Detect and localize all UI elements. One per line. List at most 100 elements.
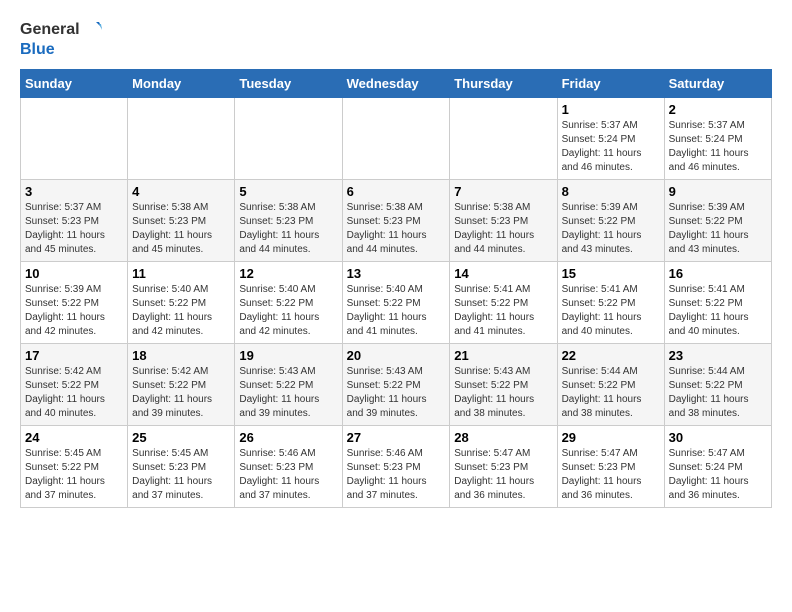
calendar-week-4: 24 Sunrise: 5:45 AM Sunset: 5:22 PM Dayli…	[21, 426, 772, 508]
calendar-cell: 4 Sunrise: 5:38 AM Sunset: 5:23 PM Daylig…	[128, 180, 235, 262]
calendar-week-1: 3Sunrise: 5:37 AM Sunset: 5:23 PM Daylig…	[21, 180, 772, 262]
day-info: Sunrise: 5:43 AM Sunset: 5:22 PM Dayligh…	[347, 365, 446, 421]
calendar-cell: 6 Sunrise: 5:38 AM Sunset: 5:23 PM Daylig…	[342, 180, 450, 262]
calendar-cell: 28 Sunrise: 5:47 AM Sunset: 5:23 PM Dayli…	[450, 426, 557, 508]
day-number: 17	[25, 348, 123, 363]
day-info: Sunrise: 5:44 AM Sunset: 5:22 PM Dayligh…	[669, 365, 767, 421]
day-info: Sunrise: 5:39 AM Sunset: 5:22 PM Dayligh…	[562, 201, 660, 257]
calendar-cell: 14Sunrise: 5:41 AM Sunset: 5:22 PM Dayli…	[450, 262, 557, 344]
day-number: 16	[669, 266, 767, 281]
day-number: 27	[347, 430, 446, 445]
header-row: SundayMondayTuesdayWednesdayThursdayFrid…	[21, 70, 772, 98]
calendar-cell: 2Sunrise: 5:37 AM Sunset: 5:24 PM Daylig…	[664, 98, 771, 180]
calendar-cell: 23 Sunrise: 5:44 AM Sunset: 5:22 PM Dayli…	[664, 344, 771, 426]
day-info: Sunrise: 5:38 AM Sunset: 5:23 PM Dayligh…	[132, 201, 230, 257]
calendar-cell: 9Sunrise: 5:39 AM Sunset: 5:22 PM Daylig…	[664, 180, 771, 262]
calendar-cell	[235, 98, 342, 180]
day-number: 21	[454, 348, 552, 363]
calendar-cell: 7 Sunrise: 5:38 AM Sunset: 5:23 PM Daylig…	[450, 180, 557, 262]
calendar-week-2: 10 Sunrise: 5:39 AM Sunset: 5:22 PM Dayli…	[21, 262, 772, 344]
day-number: 10	[25, 266, 123, 281]
header-day-monday: Monday	[128, 70, 235, 98]
header-day-thursday: Thursday	[450, 70, 557, 98]
day-number: 23	[669, 348, 767, 363]
header-day-wednesday: Wednesday	[342, 70, 450, 98]
day-info: Sunrise: 5:47 AM Sunset: 5:23 PM Dayligh…	[454, 447, 552, 503]
calendar-header: SundayMondayTuesdayWednesdayThursdayFrid…	[21, 70, 772, 98]
calendar-cell: 27 Sunrise: 5:46 AM Sunset: 5:23 PM Dayli…	[342, 426, 450, 508]
header-day-tuesday: Tuesday	[235, 70, 342, 98]
calendar-cell: 26 Sunrise: 5:46 AM Sunset: 5:23 PM Dayli…	[235, 426, 342, 508]
calendar-cell: 12Sunrise: 5:40 AM Sunset: 5:22 PM Dayli…	[235, 262, 342, 344]
day-info: Sunrise: 5:41 AM Sunset: 5:22 PM Dayligh…	[669, 283, 767, 339]
day-info: Sunrise: 5:47 AM Sunset: 5:24 PM Dayligh…	[669, 447, 767, 503]
day-number: 24	[25, 430, 123, 445]
header-day-friday: Friday	[557, 70, 664, 98]
day-number: 18	[132, 348, 230, 363]
calendar-cell: 15 Sunrise: 5:41 AM Sunset: 5:22 PM Dayli…	[557, 262, 664, 344]
day-number: 25	[132, 430, 230, 445]
calendar-week-0: 1Sunrise: 5:37 AM Sunset: 5:24 PM Daylig…	[21, 98, 772, 180]
day-info: Sunrise: 5:45 AM Sunset: 5:23 PM Dayligh…	[132, 447, 230, 503]
calendar-cell	[128, 98, 235, 180]
logo-blue-text: Blue	[20, 40, 55, 59]
day-number: 28	[454, 430, 552, 445]
calendar-cell: 29 Sunrise: 5:47 AM Sunset: 5:23 PM Dayli…	[557, 426, 664, 508]
day-info: Sunrise: 5:40 AM Sunset: 5:22 PM Dayligh…	[347, 283, 446, 339]
day-number: 4	[132, 184, 230, 199]
logo-general-text: General	[20, 20, 80, 39]
day-info: Sunrise: 5:40 AM Sunset: 5:22 PM Dayligh…	[239, 283, 337, 339]
day-number: 15	[562, 266, 660, 281]
logo-bird-icon	[82, 20, 102, 40]
calendar-cell: 17Sunrise: 5:42 AM Sunset: 5:22 PM Dayli…	[21, 344, 128, 426]
day-info: Sunrise: 5:47 AM Sunset: 5:23 PM Dayligh…	[562, 447, 660, 503]
calendar-week-3: 17 Sunrise: 5:42 AM Sunset: 5:22 PM Dayli…	[21, 344, 772, 426]
calendar-cell: 25 Sunrise: 5:45 AM Sunset: 5:23 PM Dayli…	[128, 426, 235, 508]
day-number: 6	[347, 184, 446, 199]
calendar-cell	[342, 98, 450, 180]
day-info: Sunrise: 5:43 AM Sunset: 5:22 PM Dayligh…	[239, 365, 337, 421]
day-number: 30	[669, 430, 767, 445]
day-number: 29	[562, 430, 660, 445]
day-info: Sunrise: 5:40 AM Sunset: 5:22 PM Dayligh…	[132, 283, 230, 339]
day-number: 9	[669, 184, 767, 199]
calendar-cell: 1Sunrise: 5:37 AM Sunset: 5:24 PM Daylig…	[557, 98, 664, 180]
day-info: Sunrise: 5:46 AM Sunset: 5:23 PM Dayligh…	[239, 447, 337, 503]
calendar-cell: 13Sunrise: 5:40 AM Sunset: 5:22 PM Dayli…	[342, 262, 450, 344]
calendar-cell: 19Sunrise: 5:43 AM Sunset: 5:22 PM Dayli…	[235, 344, 342, 426]
calendar-cell: 20Sunrise: 5:43 AM Sunset: 5:22 PM Dayli…	[342, 344, 450, 426]
day-info: Sunrise: 5:41 AM Sunset: 5:22 PM Dayligh…	[562, 283, 660, 339]
day-number: 5	[239, 184, 337, 199]
calendar-cell: 22 Sunrise: 5:44 AM Sunset: 5:22 PM Dayli…	[557, 344, 664, 426]
day-info: Sunrise: 5:38 AM Sunset: 5:23 PM Dayligh…	[347, 201, 446, 257]
calendar-cell: 8Sunrise: 5:39 AM Sunset: 5:22 PM Daylig…	[557, 180, 664, 262]
header-day-saturday: Saturday	[664, 70, 771, 98]
day-number: 26	[239, 430, 337, 445]
header: General Blue	[20, 20, 772, 59]
day-number: 11	[132, 266, 230, 281]
calendar-cell: 24 Sunrise: 5:45 AM Sunset: 5:22 PM Dayli…	[21, 426, 128, 508]
calendar-cell: 30 Sunrise: 5:47 AM Sunset: 5:24 PM Dayli…	[664, 426, 771, 508]
day-info: Sunrise: 5:37 AM Sunset: 5:24 PM Dayligh…	[669, 119, 767, 175]
day-info: Sunrise: 5:39 AM Sunset: 5:22 PM Dayligh…	[25, 283, 123, 339]
day-info: Sunrise: 5:42 AM Sunset: 5:22 PM Dayligh…	[132, 365, 230, 421]
calendar-cell: 3Sunrise: 5:37 AM Sunset: 5:23 PM Daylig…	[21, 180, 128, 262]
day-info: Sunrise: 5:37 AM Sunset: 5:23 PM Dayligh…	[25, 201, 123, 257]
day-number: 14	[454, 266, 552, 281]
day-info: Sunrise: 5:45 AM Sunset: 5:22 PM Dayligh…	[25, 447, 123, 503]
day-info: Sunrise: 5:37 AM Sunset: 5:24 PM Dayligh…	[562, 119, 660, 175]
day-info: Sunrise: 5:38 AM Sunset: 5:23 PM Dayligh…	[239, 201, 337, 257]
day-number: 7	[454, 184, 552, 199]
day-info: Sunrise: 5:38 AM Sunset: 5:23 PM Dayligh…	[454, 201, 552, 257]
day-info: Sunrise: 5:43 AM Sunset: 5:22 PM Dayligh…	[454, 365, 552, 421]
calendar-cell: 16 Sunrise: 5:41 AM Sunset: 5:22 PM Dayli…	[664, 262, 771, 344]
calendar-cell	[21, 98, 128, 180]
logo: General Blue	[20, 20, 102, 59]
calendar-cell: 10 Sunrise: 5:39 AM Sunset: 5:22 PM Dayli…	[21, 262, 128, 344]
calendar-cell	[450, 98, 557, 180]
calendar-cell: 11 Sunrise: 5:40 AM Sunset: 5:22 PM Dayli…	[128, 262, 235, 344]
day-info: Sunrise: 5:46 AM Sunset: 5:23 PM Dayligh…	[347, 447, 446, 503]
day-info: Sunrise: 5:44 AM Sunset: 5:22 PM Dayligh…	[562, 365, 660, 421]
header-day-sunday: Sunday	[21, 70, 128, 98]
day-number: 22	[562, 348, 660, 363]
